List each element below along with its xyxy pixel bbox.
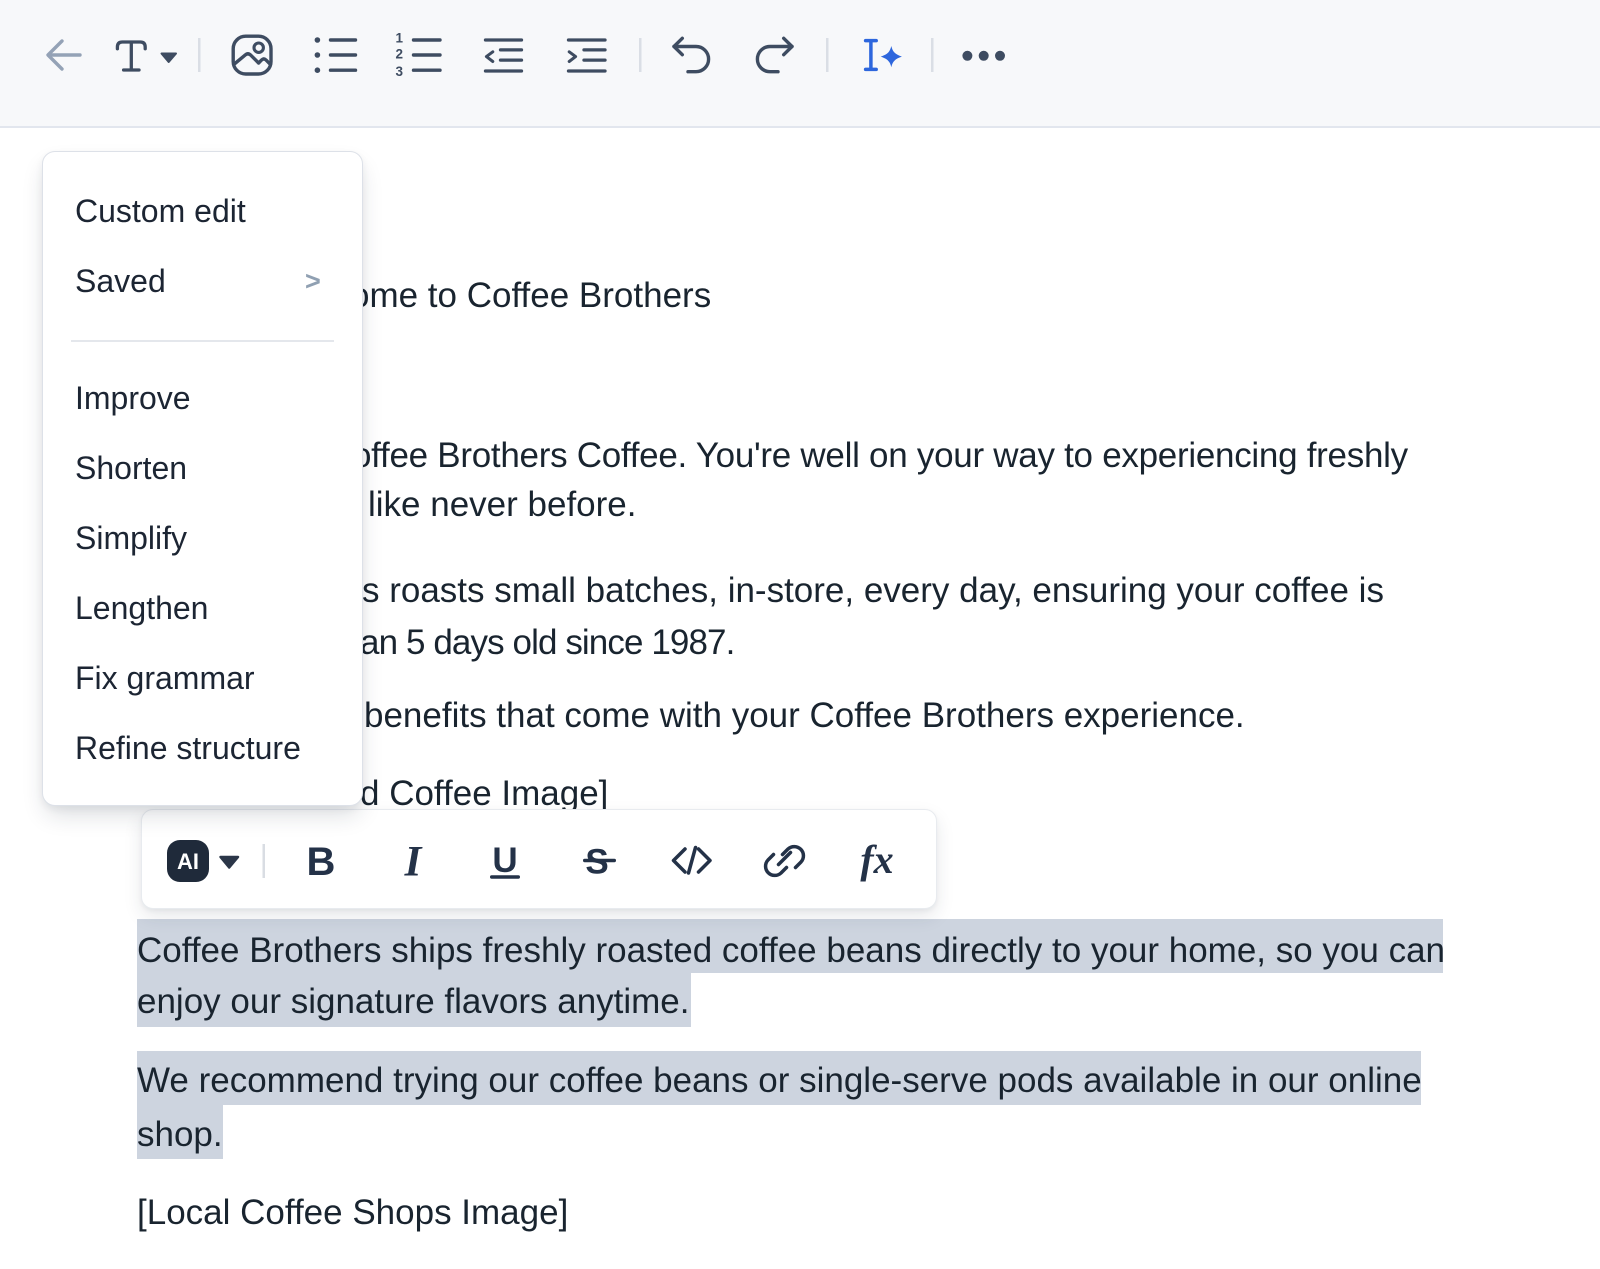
svg-text:U: U <box>492 841 517 880</box>
svg-text:1: 1 <box>395 31 403 46</box>
svg-text:3: 3 <box>395 64 403 79</box>
svg-text:2: 2 <box>395 47 403 62</box>
svg-text:fx: fx <box>860 837 893 882</box>
svg-text:B: B <box>307 840 336 884</box>
svg-text:AI: AI <box>177 849 199 874</box>
svg-text:I: I <box>404 839 423 886</box>
